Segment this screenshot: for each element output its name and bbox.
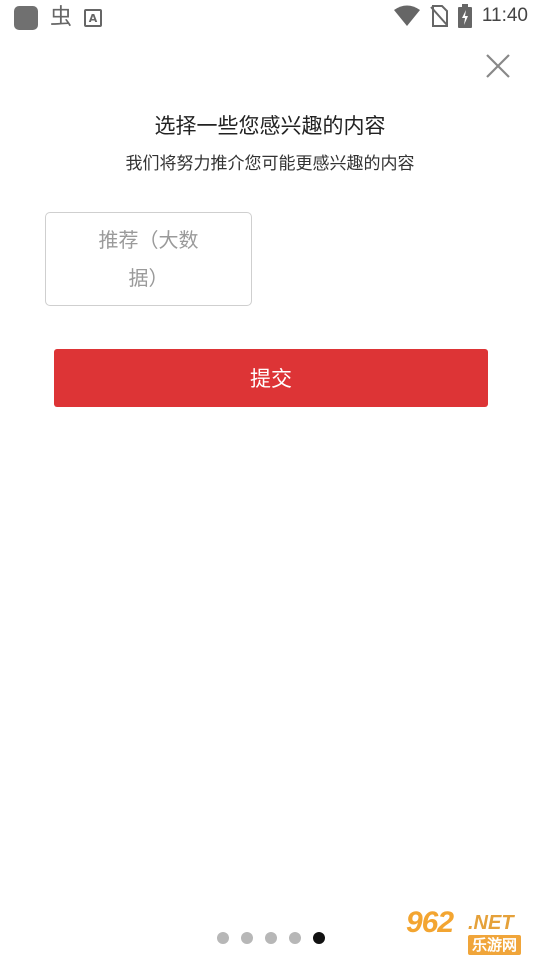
chong-icon: 虫 — [50, 5, 73, 30]
page-dot-active — [313, 932, 325, 944]
close-icon — [486, 54, 510, 78]
page-dot — [265, 932, 277, 944]
wifi-icon — [393, 5, 420, 26]
a-icon: A — [84, 9, 103, 27]
status-bar-left: 虫 A — [14, 5, 103, 30]
watermark-site: 乐游网 — [468, 935, 522, 955]
page-dot — [289, 932, 301, 944]
watermark-logo: 962 .NET 乐游网 — [400, 906, 536, 958]
battery-charging-icon — [457, 4, 472, 28]
page-subtitle: 我们将努力推介您可能更感兴趣的内容 — [125, 154, 415, 174]
interest-tag-label: 推荐（大数据） — [98, 228, 199, 290]
status-bar: 虫 A 11:40 — [0, 0, 540, 36]
page-dot — [217, 932, 229, 944]
page-indicator — [217, 932, 325, 944]
watermark-number: 962 — [406, 906, 454, 939]
page-title: 选择一些您感兴趣的内容 — [154, 114, 386, 138]
watermark-suffix: .NET — [468, 912, 514, 934]
interest-tag-recommend[interactable]: 推荐（大数据） — [45, 212, 252, 306]
status-time: 11:40 — [481, 5, 528, 26]
status-bar-right: 11:40 — [393, 4, 528, 28]
no-sim-icon — [430, 5, 448, 27]
page-dot — [241, 932, 253, 944]
app-icon — [14, 6, 38, 30]
close-button[interactable] — [482, 50, 514, 82]
submit-button[interactable]: 提交 — [54, 349, 488, 407]
